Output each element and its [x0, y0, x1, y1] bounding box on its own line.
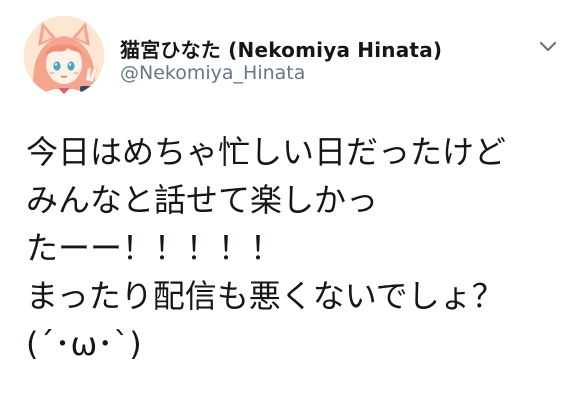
tweet-text-line: まったり配信も悪くないでしょ？	[26, 277, 504, 315]
tweet-text-line: (´･ω･`)	[26, 325, 142, 363]
avatar-illustration	[24, 16, 104, 96]
user-handle[interactable]: @Nekomiya_Hinata	[120, 62, 305, 84]
tweet-text-line: みんなと話せて楽しかっ	[26, 181, 379, 219]
tweet-text: 今日はめちゃ忙しい日だったけど みんなと話せて楽しかっ たーー！！！！！ まった…	[26, 128, 566, 368]
tweet-text-line: 今日はめちゃ忙しい日だったけど	[26, 133, 507, 171]
tweet-text-line: たーー！！！！！	[26, 229, 283, 267]
tweet-card: 猫宮ひなた (Nekomiya Hinata) @Nekomiya_Hinata…	[0, 0, 580, 400]
chevron-down-icon[interactable]	[536, 34, 560, 58]
avatar[interactable]	[24, 16, 104, 96]
display-name[interactable]: 猫宮ひなた (Nekomiya Hinata)	[120, 34, 442, 63]
